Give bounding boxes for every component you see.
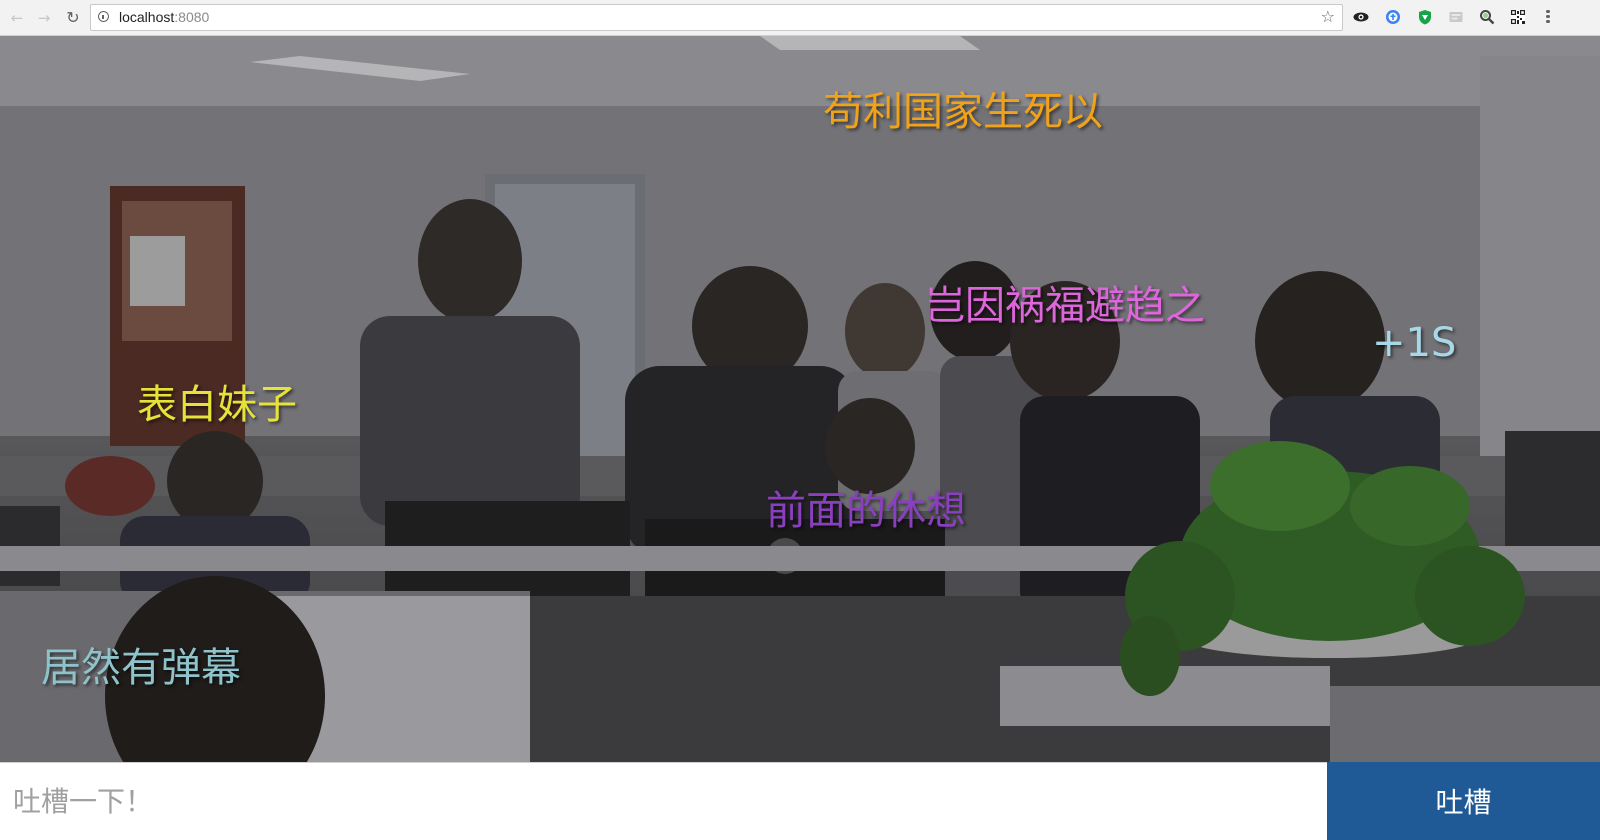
star-icon[interactable]: ☆ <box>1321 8 1335 26</box>
eye-icon[interactable] <box>1353 9 1369 25</box>
comment-input[interactable] <box>0 762 1327 840</box>
address-bar[interactable]: localhost:8080 ☆ <box>90 4 1343 31</box>
translate-icon[interactable] <box>1385 9 1401 25</box>
zoom-icon[interactable] <box>1479 9 1495 25</box>
extension-icon[interactable] <box>1448 9 1464 25</box>
qr-code-icon[interactable] <box>1510 9 1526 25</box>
info-icon[interactable] <box>98 11 109 22</box>
danmaku-comment: 苟利国家生死以 <box>823 89 1103 135</box>
danmaku-comment: 岂因祸福避趋之 <box>925 283 1205 329</box>
video-stage: 苟利国家生死以 岂因祸福避趋之 +1S 表白妹子 前面的休想 居然有弹幕 <box>0 36 1600 762</box>
submit-comment-button[interactable]: 吐槽 <box>1327 762 1600 840</box>
danmaku-comment: 表白妹子 <box>137 382 297 428</box>
url-host: localhost <box>119 9 175 25</box>
danmaku-comment: 居然有弹幕 <box>41 645 241 691</box>
shield-icon[interactable] <box>1417 9 1433 25</box>
address-url[interactable]: localhost:8080 <box>119 9 209 25</box>
danmaku-comment: 前面的休想 <box>766 488 966 534</box>
browser-toolbar: ← → ↻ localhost:8080 ☆ <box>0 0 1600 36</box>
danmaku-comment: +1S <box>1372 320 1457 366</box>
reload-icon[interactable]: ↻ <box>62 7 84 29</box>
more-menu-icon[interactable] <box>1544 8 1552 26</box>
back-arrow-icon[interactable]: ← <box>6 7 28 29</box>
url-port: :8080 <box>174 9 210 25</box>
comment-bar: 吐槽 <box>0 762 1600 840</box>
forward-arrow-icon[interactable]: → <box>33 7 55 29</box>
